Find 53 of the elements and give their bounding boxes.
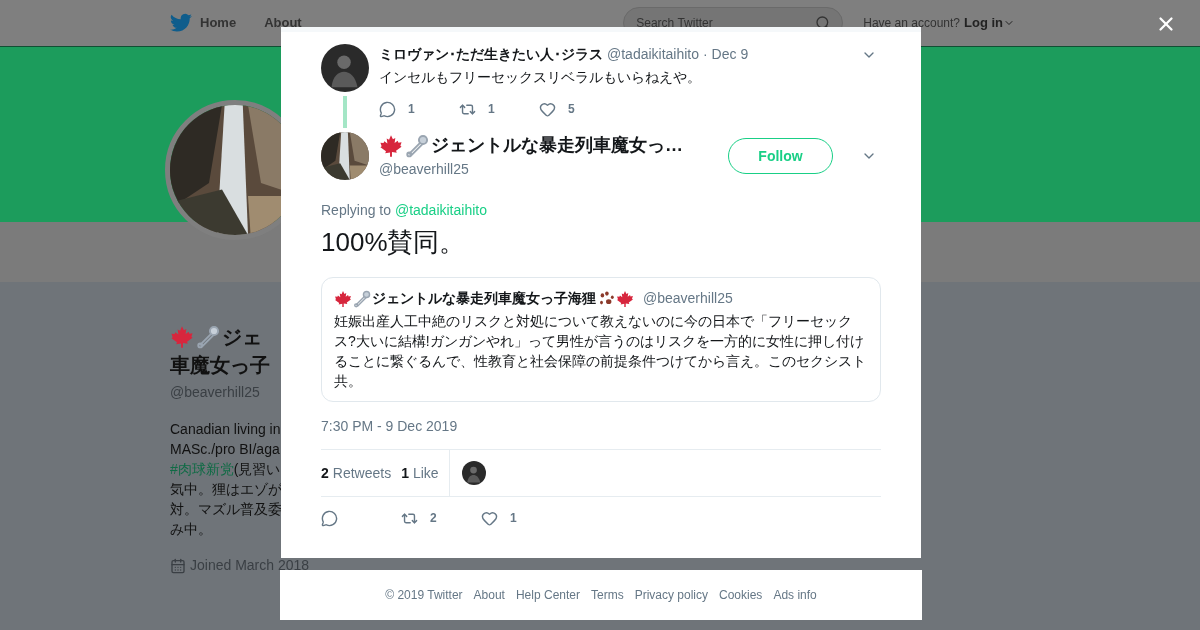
bio-line: (見習い: [233, 460, 281, 479]
stat-label: Retweets: [332, 463, 392, 483]
bio-line: MASc./pro BI/aga: [170, 440, 280, 459]
footer-link[interactable]: Cookies: [719, 586, 763, 604]
author-name: ミロヴァン･ただ生きたい人･ジラス: [379, 45, 603, 64]
action-count: 5: [568, 101, 575, 118]
action-count: 1: [408, 101, 415, 118]
maple-leaf-icon: [334, 289, 352, 308]
footer-link[interactable]: About: [473, 586, 505, 604]
author-handle: @tadaikitaihito: [607, 45, 700, 64]
safety-pin-icon: [405, 133, 429, 158]
calendar-icon: [170, 557, 186, 574]
footer-link[interactable]: Terms: [591, 586, 624, 604]
stat-count: 2: [321, 463, 329, 483]
heart-icon[interactable]: [539, 100, 556, 118]
bio-line: Canadian living in: [170, 420, 281, 439]
reply-icon[interactable]: [379, 100, 396, 118]
footer-link[interactable]: © 2019 Twitter: [385, 586, 463, 604]
avatar: [461, 461, 486, 485]
maple-leaf-icon: [616, 289, 634, 308]
bio-line: み中。: [170, 520, 212, 539]
tweet-text: インセルもフリーセックスリベラルもいらねえや。: [379, 68, 702, 87]
quoted-tweet[interactable]: ジェントルな暴走列車魔女っ子海狸 @beaverhill25 妊娠出産人工中絶のリスクと対処について教えないのに今の日本で「フリーセックス?大いに結構!ガンガンやれ」って男性が言うのはリスクを一方的に女性に押し付けることに繋ぐるんで、性教育と社会保障の前提条件つけてから言え。このセクシスト共。: [321, 277, 881, 402]
replying-label: Replying to: [321, 202, 392, 218]
home-link[interactable]: Home: [200, 13, 237, 33]
safety-pin-icon: [196, 325, 220, 349]
avatar: [321, 44, 369, 92]
profile-name: 車魔女っ子: [170, 353, 270, 378]
quoted-text: 妊娠出産人工中絶のリスクと対処について教えないのに今の日本で「フリーセックス?大いに結構!ガンガンやれ」って男性が言うのはリスクを一方的に女性に押し付けることに繋ぐるんで、性教育と社会保障の前提条件つけてから言え。このセクシスト共。: [334, 312, 867, 391]
tweet-text: 100%賛同。: [321, 226, 467, 259]
safety-pin-icon: [353, 289, 371, 308]
login-button[interactable]: Log in: [964, 13, 1015, 33]
tweet-timestamp: 7:30 PM - 9 Dec 2019: [321, 417, 459, 436]
footer-link[interactable]: Help Center: [515, 586, 580, 604]
action-count: 1: [488, 101, 495, 118]
account-prompt: Have an account?: [863, 15, 960, 32]
tweet-date: · Dec 9: [703, 45, 749, 64]
footer-link[interactable]: Ads info: [773, 586, 817, 604]
author-name: ジェントルな暴走列車魔女っ…: [431, 134, 683, 157]
author-handle: @beaverhill25: [379, 160, 470, 179]
stat-count: 1: [401, 463, 409, 483]
author-handle: @beaverhill25: [643, 289, 733, 308]
maple-leaf-icon: [170, 325, 194, 349]
maple-leaf-icon: [379, 133, 403, 158]
author-name: ジェントルな暴走列車魔女っ子海狸: [372, 289, 596, 308]
footer-link[interactable]: Privacy policy: [634, 586, 708, 604]
action-count: 2: [430, 510, 437, 527]
profile-name: ジェ: [222, 325, 262, 350]
bio-line: 対。マズル普及委: [170, 500, 282, 519]
action-count: 1: [510, 510, 517, 527]
reply-icon[interactable]: [321, 509, 338, 527]
stat-label: Like: [412, 463, 439, 483]
heart-icon[interactable]: [481, 509, 498, 527]
